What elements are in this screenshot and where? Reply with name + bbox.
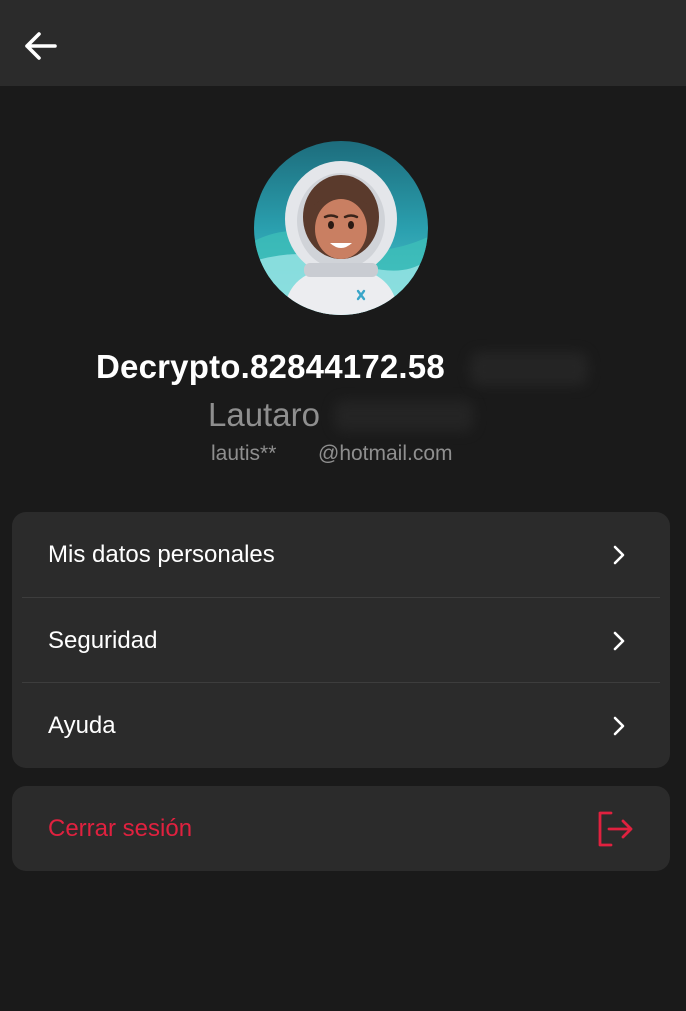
username-redaction xyxy=(470,352,588,386)
chevron-right-icon xyxy=(613,545,625,564)
surname-redaction xyxy=(334,400,474,432)
avatar[interactable] xyxy=(254,141,428,315)
logout-label: Cerrar sesión xyxy=(48,814,193,842)
back-button[interactable] xyxy=(18,26,62,66)
astronaut-avatar-icon xyxy=(254,141,428,315)
menu-item-label: Seguridad xyxy=(48,626,158,654)
menu-item-label: Ayuda xyxy=(48,711,116,739)
top-bar xyxy=(0,0,686,86)
logout-button[interactable]: Cerrar sesión xyxy=(12,786,670,871)
profile-email-user: lautis** xyxy=(211,442,277,465)
menu-card: Mis datos personales Seguridad Ayuda xyxy=(12,512,670,768)
menu-item-label: Mis datos personales xyxy=(48,540,275,568)
chevron-right-icon xyxy=(613,716,625,735)
menu-item-mis-datos-personales[interactable]: Mis datos personales xyxy=(12,512,670,597)
menu-item-seguridad[interactable]: Seguridad xyxy=(12,598,670,683)
profile-name: Lautaro xyxy=(208,396,320,433)
profile-email-domain: @hotmail.com xyxy=(318,442,453,465)
chevron-right-icon xyxy=(613,631,625,650)
profile-username: Decrypto.82844172.58 xyxy=(96,348,445,385)
menu-item-ayuda[interactable]: Ayuda xyxy=(12,683,670,768)
arrow-left-icon xyxy=(25,32,57,60)
logout-icon xyxy=(598,811,633,846)
